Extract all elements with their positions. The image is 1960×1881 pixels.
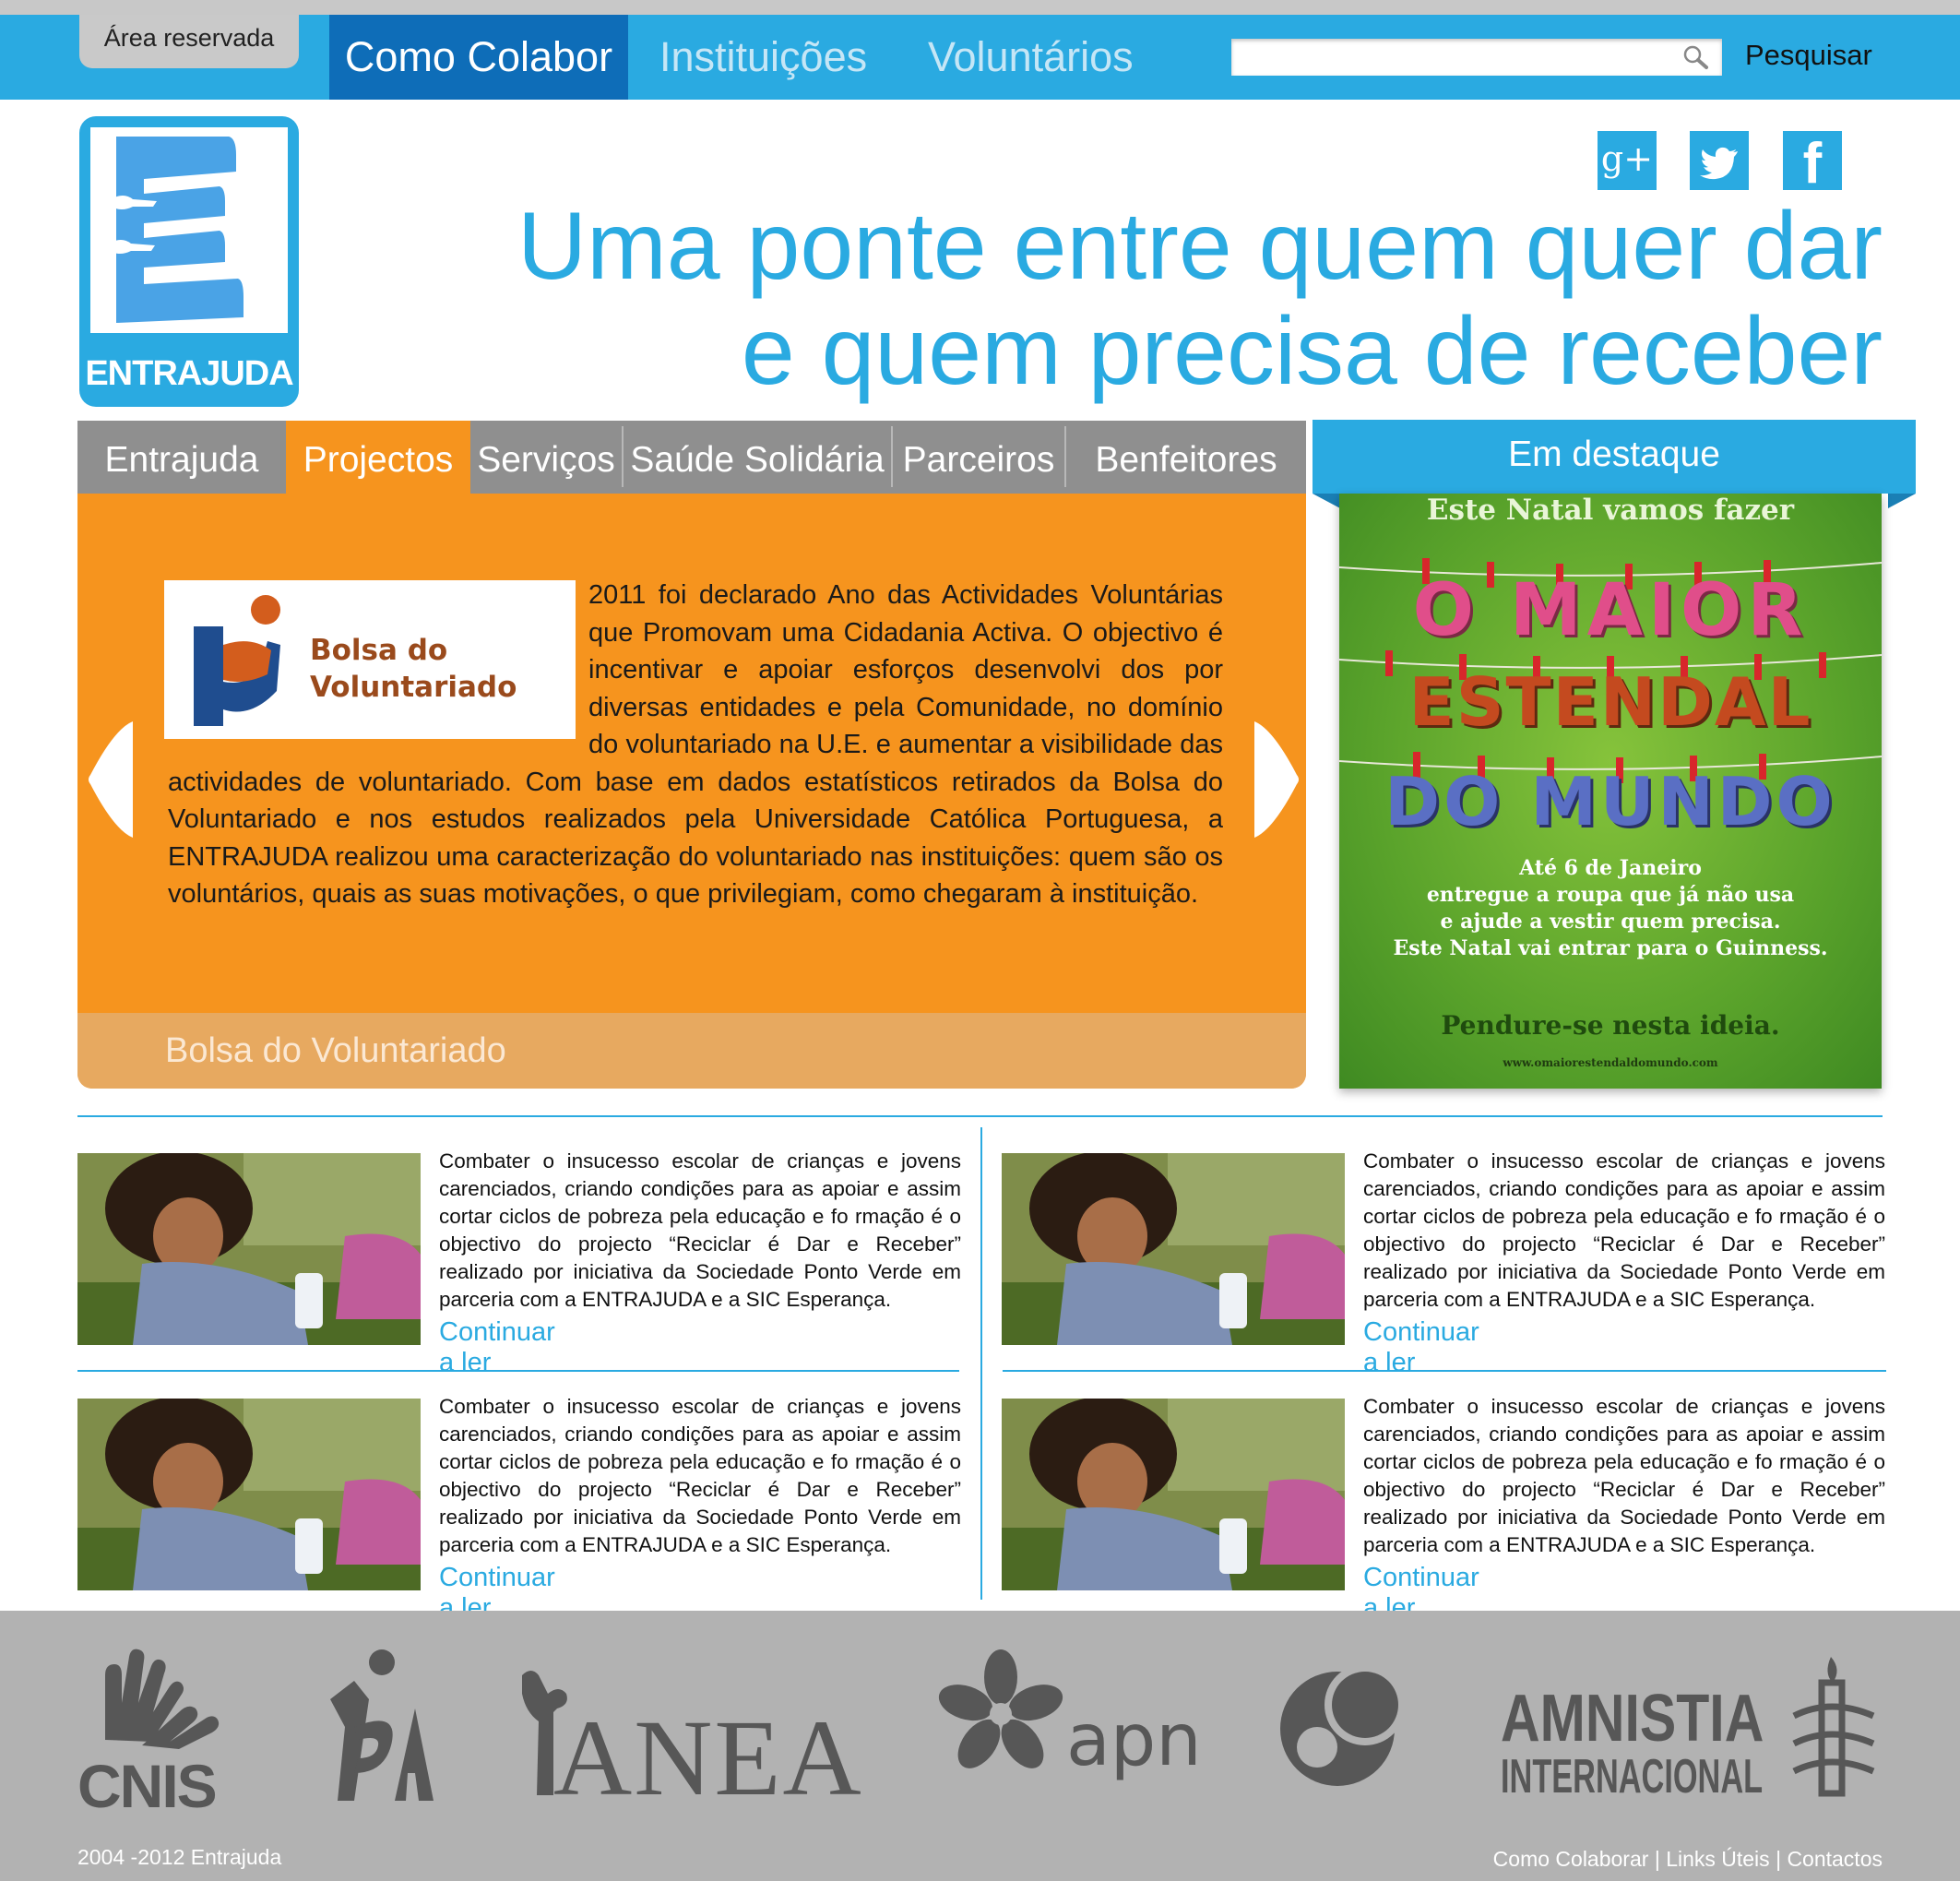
search-icon	[1683, 45, 1708, 69]
twitter-icon[interactable]	[1690, 131, 1749, 190]
partner-circles-logo[interactable]	[1273, 1655, 1411, 1798]
circles-icon	[1280, 1664, 1406, 1786]
poster-body-line: Este Natal vai entrar para o Guinness.	[1393, 936, 1828, 960]
feature-caption-bar: Bolsa do Voluntariado	[77, 1013, 1306, 1089]
nav-instituicoes[interactable]: Instituições	[659, 15, 867, 100]
section-tab-parceiros[interactable]: Parceiros	[893, 421, 1064, 494]
poster-body-line: Até 6 de Janeiro	[1519, 856, 1702, 880]
section-tab-projectos[interactable]: Projectos	[286, 421, 470, 494]
section-tab-benfeitores[interactable]: Benfeitores	[1066, 421, 1306, 494]
feature-caption[interactable]: Bolsa do Voluntariado	[165, 1031, 506, 1071]
footer-link-como-colaborar[interactable]: Como Colaborar	[1493, 1847, 1649, 1871]
section-tab-saude-solidaria[interactable]: Saúde Solidária	[624, 421, 891, 494]
news-card-text: Combater o insucesso escolar de crianças…	[1363, 1149, 1885, 1311]
float-spacer	[168, 577, 588, 741]
entrajuda-logo[interactable]: ENTRAJUDA	[79, 116, 299, 407]
nav-como-colaborar[interactable]: Como Colabor	[329, 15, 628, 100]
search-button[interactable]: Pesquisar	[1745, 33, 1872, 77]
twitter-bird-icon	[1700, 147, 1738, 180]
news-card: Combater o insucesso escolar de crianças…	[1002, 1395, 1885, 1623]
continue-reading-link[interactable]: Continuar a ler	[439, 1317, 555, 1378]
ba-figure-icon	[330, 1649, 434, 1801]
continue-reading-link[interactable]: Continuar a ler	[1363, 1317, 1479, 1378]
poster-body: Até 6 de Janeiro entregue a roupa que já…	[1339, 855, 1882, 962]
carousel-next-arrow-icon[interactable]	[1251, 720, 1301, 839]
poster-line-1: O MAIOR	[1412, 569, 1809, 652]
featured-poster[interactable]: Este Natal vamos fazer O MAIOR ESTENDAL …	[1339, 494, 1882, 1089]
poster-slogan: Pendure-se nesta ideia.	[1441, 1010, 1780, 1041]
footer-link-separator: |	[1776, 1847, 1782, 1871]
partner-apn-text: apn	[1066, 1699, 1202, 1782]
partner-anea-logo[interactable]: ANEA	[517, 1666, 861, 1814]
partner-amnistia-logo[interactable]: AMNISTIA INTERNACIONAL	[1499, 1657, 1886, 1823]
logo-mark	[90, 127, 288, 333]
news-card-text: Combater o insucesso escolar de crianças…	[439, 1149, 961, 1311]
partner-internacional-text: INTERNACIONAL	[1501, 1750, 1764, 1804]
poster-url: www.omaiorestendaldomundo.com	[1503, 1056, 1718, 1069]
news-card-image[interactable]	[1002, 1399, 1345, 1590]
ribbon-fold	[1888, 494, 1916, 508]
partner-apn-logo[interactable]: apn	[932, 1649, 1208, 1806]
poster-body-line: entregue a roupa que já não usa	[1426, 883, 1795, 907]
girl-photo-icon	[1002, 1153, 1345, 1345]
footer-links: Como Colaborar | Links Úteis | Contactos	[1493, 1847, 1883, 1872]
google-plus-icon[interactable]: g+	[1598, 131, 1657, 190]
partner-cnis-text: CNIS	[77, 1752, 218, 1820]
poster-line-2: ESTENDAL	[1408, 663, 1812, 741]
reserved-area-tab[interactable]: Área reservada	[79, 15, 299, 68]
news-card-image[interactable]	[77, 1153, 421, 1345]
flower-icon	[938, 1649, 1063, 1768]
top-stripe	[0, 0, 1960, 15]
poster-line-3: DO MUNDO	[1384, 763, 1836, 840]
copyright-text: 2004 -2012 Entrajuda	[77, 1845, 282, 1869]
partner-ba-logo[interactable]	[317, 1644, 437, 1815]
news-card-image[interactable]	[77, 1399, 421, 1590]
girl-photo-icon	[1002, 1399, 1345, 1590]
facebook-icon[interactable]: f	[1783, 131, 1842, 196]
logo-wordmark: ENTRAJUDA	[85, 354, 293, 393]
nav-voluntarios[interactable]: Voluntários	[928, 15, 1134, 100]
candle-wire-icon	[1792, 1657, 1875, 1797]
feature-carousel: Bolsa do Voluntariado 2011 foi declarado…	[77, 494, 1306, 1089]
footer-link-links-uteis[interactable]: Links Úteis	[1666, 1847, 1769, 1871]
news-card: Combater o insucesso escolar de crianças…	[77, 1395, 961, 1623]
girl-photo-icon	[77, 1153, 421, 1345]
headline-line-2: e quem precisa de receber	[741, 298, 1883, 405]
poster-body-line: e ajude a vestir quem precisa.	[1440, 910, 1781, 934]
column-divider-line	[980, 1127, 982, 1600]
ribbon-fold	[1313, 494, 1340, 508]
search-input[interactable]	[1231, 39, 1722, 76]
footer-link-contactos[interactable]: Contactos	[1787, 1847, 1883, 1871]
partner-amnistia-text: AMNISTIA	[1501, 1682, 1764, 1756]
news-card: Combater o insucesso escolar de crianças…	[77, 1149, 961, 1377]
carousel-prev-arrow-icon[interactable]	[87, 720, 137, 839]
section-tab-servicos[interactable]: Serviços	[470, 421, 622, 494]
hands-e-logo-icon	[109, 137, 244, 323]
partner-anea-text: ANEA	[553, 1697, 863, 1818]
feature-paragraph: 2011 foi declarado Ano das Actividades V…	[168, 577, 1223, 913]
section-tab-entrajuda[interactable]: Entrajuda	[77, 421, 286, 494]
footer: CNIS ANEA apn AMNISTIA INTERNACIONAL 200…	[0, 1611, 1960, 1881]
news-card-text: Combater o insucesso escolar de crianças…	[1363, 1395, 1885, 1556]
hands-icon	[105, 1649, 220, 1749]
partner-cnis-logo[interactable]: CNIS	[77, 1638, 234, 1818]
news-card: Combater o insucesso escolar de crianças…	[1002, 1149, 1885, 1377]
footer-link-separator: |	[1654, 1847, 1660, 1871]
girl-photo-icon	[77, 1399, 421, 1590]
featured-header: Em destaque	[1313, 420, 1916, 494]
news-card-image[interactable]	[1002, 1153, 1345, 1345]
section-divider-line	[77, 1115, 1883, 1117]
headline-line-1: Uma ponte entre quem quer dar	[517, 193, 1883, 300]
news-card-text: Combater o insucesso escolar de crianças…	[439, 1395, 961, 1556]
